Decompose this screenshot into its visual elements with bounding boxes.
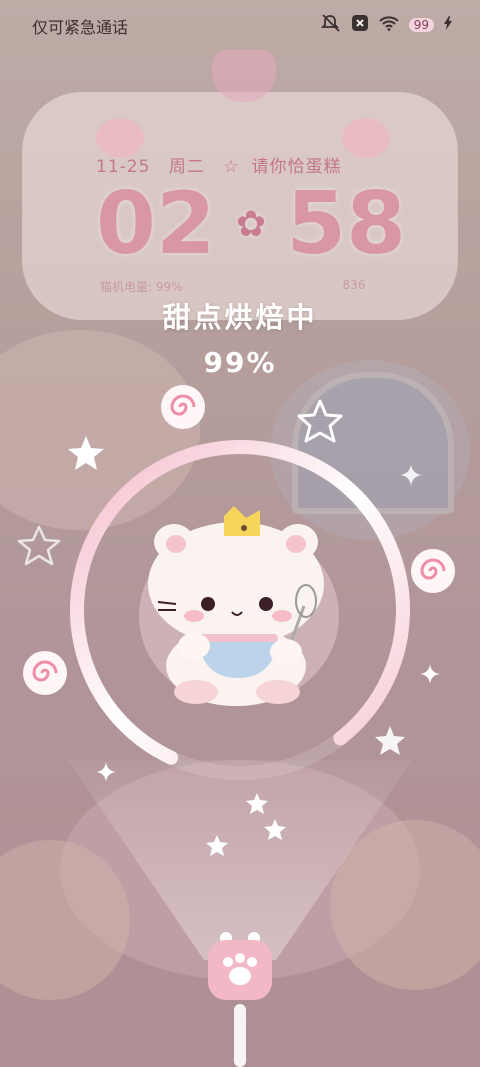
star-icon [375,726,405,755]
unlock-handle[interactable] [204,932,276,1004]
kitten-baker-mascot [139,506,339,706]
star-icon [68,436,104,470]
unlock-handle-stem [234,1004,246,1067]
star-outline-icon [297,399,343,443]
swirl-candy-icon [23,651,67,695]
star-icon [246,793,268,814]
star-icon [264,819,286,840]
star-icon [206,835,228,856]
sparkle-icon [400,464,422,486]
swirl-candy-icon [161,385,205,429]
sparkle-icon [420,664,440,684]
swirl-candy-icon [411,549,455,593]
star-outline-icon [17,525,61,566]
sparkle-icon [96,762,116,782]
